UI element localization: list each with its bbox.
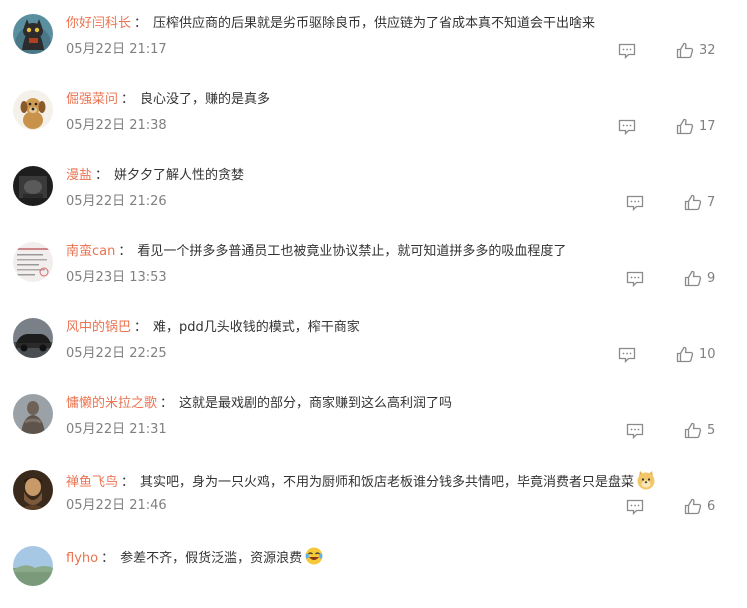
- comment-item: flyho： 参差不齐，假货泛滥，资源浪费: [0, 532, 747, 608]
- comment-line: 风中的锅巴： 难，pdd几头收钱的模式，榨干商家: [66, 318, 360, 338]
- like-icon[interactable]: [676, 118, 694, 135]
- landscape-avatar-icon[interactable]: [13, 546, 53, 586]
- comment-time: 05月22日 21:46: [66, 498, 167, 513]
- comment-item: 漫盐： 姘夕夕了解人性的贪婪 05月22日 21:26 7: [0, 152, 747, 228]
- colon: ：: [121, 92, 135, 107]
- comment-item: 你好闫科长： 压榨供应商的后果就是劣币驱除良币，供应链为了省成本真不知道会干出啥来…: [0, 0, 747, 76]
- colon: ：: [134, 320, 148, 335]
- comment-text: 压榨供应商的后果就是劣币驱除良币，供应链为了省成本真不知道会干出啥来: [153, 16, 596, 31]
- comment-line: 南蛮can： 看见一个拼多多普通员工也被竟业协议禁止，就可知道拼多多的吸血程度了: [66, 242, 566, 262]
- like-icon[interactable]: [684, 270, 702, 287]
- doge-emoji-icon: [637, 471, 655, 490]
- comment-time: 05月22日 22:25: [66, 346, 167, 361]
- laugh-tears-emoji-icon: [305, 547, 323, 565]
- reply-icon[interactable]: [618, 43, 636, 59]
- comment-text: 参差不齐，假货泛滥，资源浪费: [120, 551, 303, 566]
- username-link[interactable]: 漫盐: [66, 168, 92, 183]
- like-icon[interactable]: [676, 346, 694, 363]
- like-count: 6: [707, 499, 716, 514]
- colon: ：: [121, 475, 135, 490]
- username-link[interactable]: 你好闫科长: [66, 16, 131, 31]
- cat-avatar-icon[interactable]: [13, 14, 53, 54]
- username-link[interactable]: 倔强菜问: [66, 92, 118, 107]
- reply-icon[interactable]: [626, 195, 644, 211]
- comment-line: 倔强菜问： 良心没了，赚的是真多: [66, 90, 270, 110]
- dog-avatar-icon[interactable]: [13, 90, 53, 130]
- username-link[interactable]: 禅鱼飞鸟: [66, 475, 118, 490]
- car-avatar-icon[interactable]: [13, 318, 53, 358]
- like-icon[interactable]: [684, 422, 702, 439]
- comment-time: 05月23日 13:53: [66, 270, 167, 285]
- comment-line: 慵懒的米拉之歌： 这就是最戏剧的部分，商家赚到这么高利润了吗: [66, 394, 452, 414]
- document-avatar-icon[interactable]: [13, 242, 53, 282]
- like-count: 7: [707, 195, 716, 210]
- comment-item: 风中的锅巴： 难，pdd几头收钱的模式，榨干商家 05月22日 22:25 10: [0, 304, 747, 380]
- statue-avatar-icon[interactable]: [13, 394, 53, 434]
- like-icon[interactable]: [684, 194, 702, 211]
- comment-item: 倔强菜问： 良心没了，赚的是真多 05月22日 21:38 17: [0, 76, 747, 152]
- comment-line: 你好闫科长： 压榨供应商的后果就是劣币驱除良币，供应链为了省成本真不知道会干出啥来: [66, 14, 595, 34]
- colon: ：: [95, 168, 109, 183]
- comment-time: 05月22日 21:17: [66, 42, 167, 57]
- username-link[interactable]: 慵懒的米拉之歌: [66, 396, 157, 411]
- comment-text: 良心没了，赚的是真多: [140, 92, 271, 107]
- comment-item: 慵懒的米拉之歌： 这就是最戏剧的部分，商家赚到这么高利润了吗 05月22日 21:…: [0, 380, 747, 456]
- comment-text: 姘夕夕了解人性的贪婪: [114, 168, 245, 183]
- colon: ：: [118, 244, 132, 259]
- comment-text: 这就是最戏剧的部分，商家赚到这么高利润了吗: [179, 396, 453, 411]
- comment-item: 禅鱼飞鸟： 其实吧，身为一只火鸡，不用为厨师和饭店老板谁分钱多共情吧，毕竟消费者只…: [0, 456, 747, 532]
- comment-time: 05月22日 21:31: [66, 422, 167, 437]
- like-icon[interactable]: [684, 498, 702, 515]
- colon: ：: [160, 396, 174, 411]
- dark-photo-avatar-icon[interactable]: [13, 166, 53, 206]
- comment-text: 其实吧，身为一只火鸡，不用为厨师和饭店老板谁分钱多共情吧，毕竟消费者只是盘菜: [140, 475, 635, 490]
- reply-icon[interactable]: [618, 119, 636, 135]
- like-count: 17: [699, 119, 716, 134]
- comment-line: 禅鱼飞鸟： 其实吧，身为一只火鸡，不用为厨师和饭店老板谁分钱多共情吧，毕竟消费者只…: [66, 470, 656, 493]
- username-link[interactable]: 南蛮can: [66, 244, 115, 259]
- like-icon[interactable]: [676, 42, 694, 59]
- comment-text: 难，pdd几头收钱的模式，榨干商家: [153, 320, 360, 335]
- comment-line: 漫盐： 姘夕夕了解人性的贪婪: [66, 166, 244, 186]
- reply-icon[interactable]: [626, 271, 644, 287]
- reply-icon[interactable]: [626, 423, 644, 439]
- comment-time: 05月22日 21:38: [66, 118, 167, 133]
- reply-icon[interactable]: [618, 347, 636, 363]
- comment-item: 南蛮can：看见一个拼多多普通员工也被竟业协议禁止，就可知道拼多多的吸血程度了 …: [0, 228, 747, 304]
- like-count: 9: [707, 271, 716, 286]
- comment-text: 看见一个拼多多普通员工也被竟业协议禁止，就可知道拼多多的吸血程度了: [137, 244, 567, 259]
- reply-icon[interactable]: [626, 499, 644, 515]
- like-count: 32: [699, 43, 716, 58]
- colon: ：: [134, 16, 148, 31]
- like-count: 10: [699, 347, 716, 362]
- portrait-avatar-icon[interactable]: [13, 470, 53, 510]
- comment-time: 05月22日 21:26: [66, 194, 167, 209]
- colon: ：: [101, 551, 115, 566]
- username-link[interactable]: 风中的锅巴: [66, 320, 131, 335]
- like-count: 5: [707, 423, 716, 438]
- username-link[interactable]: flyho: [66, 551, 98, 566]
- comment-line: flyho： 参差不齐，假货泛滥，资源浪费: [66, 546, 324, 569]
